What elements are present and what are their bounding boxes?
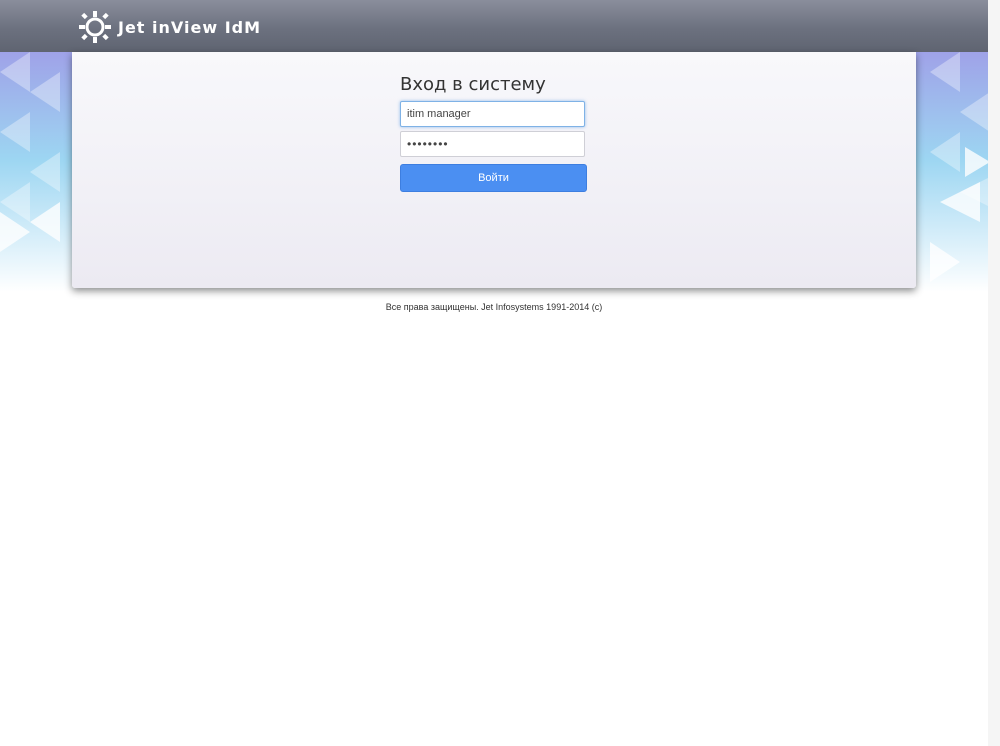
brand-logo[interactable]: Jet inView IdM	[78, 7, 261, 47]
login-title: Вход в систему	[400, 74, 546, 95]
login-panel: Вход в систему Войти	[72, 52, 916, 288]
page-scrollbar[interactable]	[988, 0, 1000, 746]
jet-sun-logo-icon	[79, 11, 111, 43]
password-input[interactable]	[400, 131, 585, 157]
footer-copyright: Все права защищены. Jet Infosystems 1991…	[385, 302, 603, 312]
brand-name: Jet inView IdM	[118, 17, 262, 37]
top-navigation-bar: Jet inView IdM	[0, 0, 1000, 53]
username-input[interactable]	[400, 101, 585, 127]
login-button[interactable]: Войти	[400, 164, 587, 192]
